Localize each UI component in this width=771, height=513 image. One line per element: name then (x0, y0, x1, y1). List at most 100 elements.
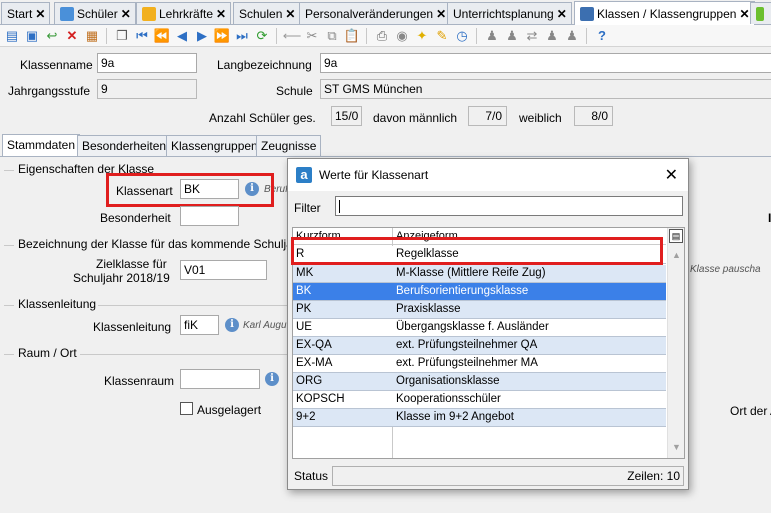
tab-zeugnisse[interactable]: Zeugnisse (256, 135, 322, 156)
klassenname-label: Klassenname (20, 58, 93, 72)
maennlich-label: davon männlich (373, 111, 458, 125)
tab-klassengruppen[interactable]: Klassengruppen (166, 135, 263, 156)
copy-record-icon[interactable]: ❐ (114, 28, 130, 44)
clock-icon[interactable]: ◷ (454, 28, 470, 44)
preview-icon[interactable]: ◉ (394, 28, 410, 44)
info-icon[interactable]: i (265, 372, 279, 386)
tab-schulen[interactable]: Schulen ✕ (233, 2, 301, 24)
bezeichnung-group-title: Bezeichnung der Klasse für das kommende … (18, 237, 304, 251)
table-row[interactable]: PK Praxisklasse (293, 301, 666, 319)
toolbar: ▤ ▣ ↩ ✕ ▦ ❐ ⏮ ⏪ ◀ ▶ ⏩ ⏭ ⟳ ⟵ ✂ ⧉ 📋 ⎙ ◉ ✦ … (0, 25, 771, 47)
paste-icon[interactable]: 📋 (344, 28, 360, 44)
tab-personalveraenderungen[interactable]: Personalveränderungen ✕ (299, 2, 452, 24)
close-icon[interactable]: ✕ (216, 7, 226, 21)
cell-anzeigeform: Berufsorientierungsklasse (396, 285, 529, 297)
delete-icon[interactable]: ✕ (64, 28, 80, 44)
scroll-up-icon[interactable]: ▲ (668, 250, 684, 264)
tab-schueler[interactable]: Schüler ✕ (54, 2, 136, 24)
cell-anzeigeform: Übergangsklasse f. Ausländer (396, 321, 549, 333)
filter-input[interactable] (335, 196, 683, 216)
klassenname-field[interactable]: 9a (97, 53, 197, 73)
table-row[interactable]: UE Übergangsklasse f. Ausländer (293, 319, 666, 337)
zielklasse-label-line1: Zielklasse für (96, 257, 167, 271)
sync-icon[interactable]: ⇄ (524, 28, 540, 44)
lightbulb-icon[interactable]: ✦ (414, 28, 430, 44)
edit-icon[interactable]: ✎ (434, 28, 450, 44)
cell-kurzform: PK (296, 303, 312, 315)
besonderheit-field[interactable] (180, 206, 239, 226)
close-icon[interactable]: ✕ (557, 7, 567, 21)
toolbar-separator (276, 28, 277, 44)
scroll-down-icon[interactable]: ▼ (668, 442, 684, 456)
copy-icon[interactable]: ⧉ (324, 28, 340, 44)
help-icon[interactable]: ? (594, 28, 610, 44)
arrow-left-icon[interactable]: ⟵ (283, 28, 302, 44)
close-icon[interactable]: ✕ (665, 165, 678, 185)
close-icon[interactable]: ✕ (121, 7, 131, 21)
klassenleitung-field[interactable]: fiK (180, 315, 219, 335)
highlight-frame-row (291, 237, 663, 265)
group-settings-icon[interactable]: ♟ (564, 28, 580, 44)
close-icon[interactable]: ✕ (739, 7, 749, 21)
tab-stammdaten[interactable]: Stammdaten (2, 134, 81, 156)
print-icon[interactable]: ⎙ (374, 28, 390, 44)
dialog-title: Werte für Klassenart (319, 168, 429, 182)
tab-personalveraenderungen-label: Personalveränderungen (305, 6, 434, 21)
schule-label: Schule (276, 84, 313, 98)
table-row[interactable]: ORG Organisationsklasse (293, 373, 666, 391)
werte-dialog: a Werte für Klassenart ✕ Filter Kurzform… (287, 158, 689, 490)
table-row[interactable]: KOPSCH Kooperationsschüler (293, 391, 666, 409)
next-record-icon[interactable]: ▶ (194, 28, 210, 44)
users-icon[interactable]: ♟ (504, 28, 520, 44)
close-icon[interactable]: ✕ (35, 7, 45, 21)
group-icon[interactable]: ♟ (544, 28, 560, 44)
tab-unterrichtsplanung[interactable]: Unterrichtsplanung ✕ (447, 2, 572, 24)
undo-icon[interactable]: ↩ (44, 28, 60, 44)
langbezeichnung-field[interactable]: 9a (320, 53, 771, 73)
cell-kurzform: 9+2 (296, 411, 316, 423)
zielklasse-field[interactable]: V01 (180, 260, 267, 280)
cut-icon[interactable]: ✂ (304, 28, 320, 44)
tab-klassen[interactable]: Klassen / Klassengruppen ✕ (574, 1, 755, 25)
last-record-icon[interactable]: ⏭ (234, 28, 250, 44)
save-icon[interactable]: ▣ (24, 28, 40, 44)
ausgelagert-checkbox[interactable] (180, 402, 193, 415)
close-icon[interactable]: ✕ (285, 7, 295, 21)
cell-kurzform: BK (296, 285, 312, 297)
previous-record-icon[interactable]: ◀ (174, 28, 190, 44)
tab-klassen-label: Klassen / Klassengruppen (597, 6, 737, 21)
tab-overflow[interactable] (750, 2, 771, 24)
table-row[interactable]: EX-MA ext. Prüfungsteilnehmer MA (293, 355, 666, 373)
table-row-selected[interactable]: BK Berufsorientierungsklasse (293, 283, 666, 301)
new-record-icon[interactable]: ▤ (4, 28, 20, 44)
weiblich-field: 8/0 (574, 106, 613, 126)
group-divider (4, 354, 14, 355)
table-row[interactable]: MK M-Klasse (Mittlere Reife Zug) (293, 265, 666, 283)
status-label: Status (294, 469, 329, 483)
first-record-icon[interactable]: ⏮ (134, 28, 150, 44)
info-icon[interactable]: i (225, 318, 239, 332)
refresh-icon[interactable]: ⟳ (254, 28, 270, 44)
user-icon[interactable]: ♟ (484, 28, 500, 44)
properties-icon[interactable]: ▦ (84, 28, 100, 44)
toolbar-separator (366, 28, 367, 44)
vertical-scrollbar[interactable]: ▲ ▼ (667, 228, 684, 458)
klassenraum-label: Klassenraum (104, 374, 175, 388)
close-icon[interactable]: ✕ (436, 7, 446, 21)
tab-besonderheiten[interactable]: Besonderheiten (77, 135, 172, 156)
toolbar-separator (586, 28, 587, 44)
cell-kurzform: UE (296, 321, 312, 333)
anzahl-schueler-field: 15/0 (331, 106, 362, 126)
cell-kurzform: MK (296, 267, 314, 279)
maennlich-field: 7/0 (468, 106, 507, 126)
klassenleitung-label: Klassenleitung (93, 320, 172, 334)
table-row[interactable]: 9+2 Klasse im 9+2 Angebot (293, 409, 666, 427)
klassenraum-field[interactable] (180, 369, 260, 389)
tab-lehrkraefte[interactable]: Lehrkräfte ✕ (136, 2, 232, 24)
column-chooser-icon[interactable]: ▤ (669, 229, 683, 243)
highlight-frame-klassenart (106, 173, 274, 207)
table-row[interactable]: EX-QA ext. Prüfungsteilnehmer QA (293, 337, 666, 355)
tab-start[interactable]: Start ✕ (1, 2, 51, 24)
previous-page-icon[interactable]: ⏪ (154, 28, 170, 44)
next-page-icon[interactable]: ⏩ (214, 28, 230, 44)
